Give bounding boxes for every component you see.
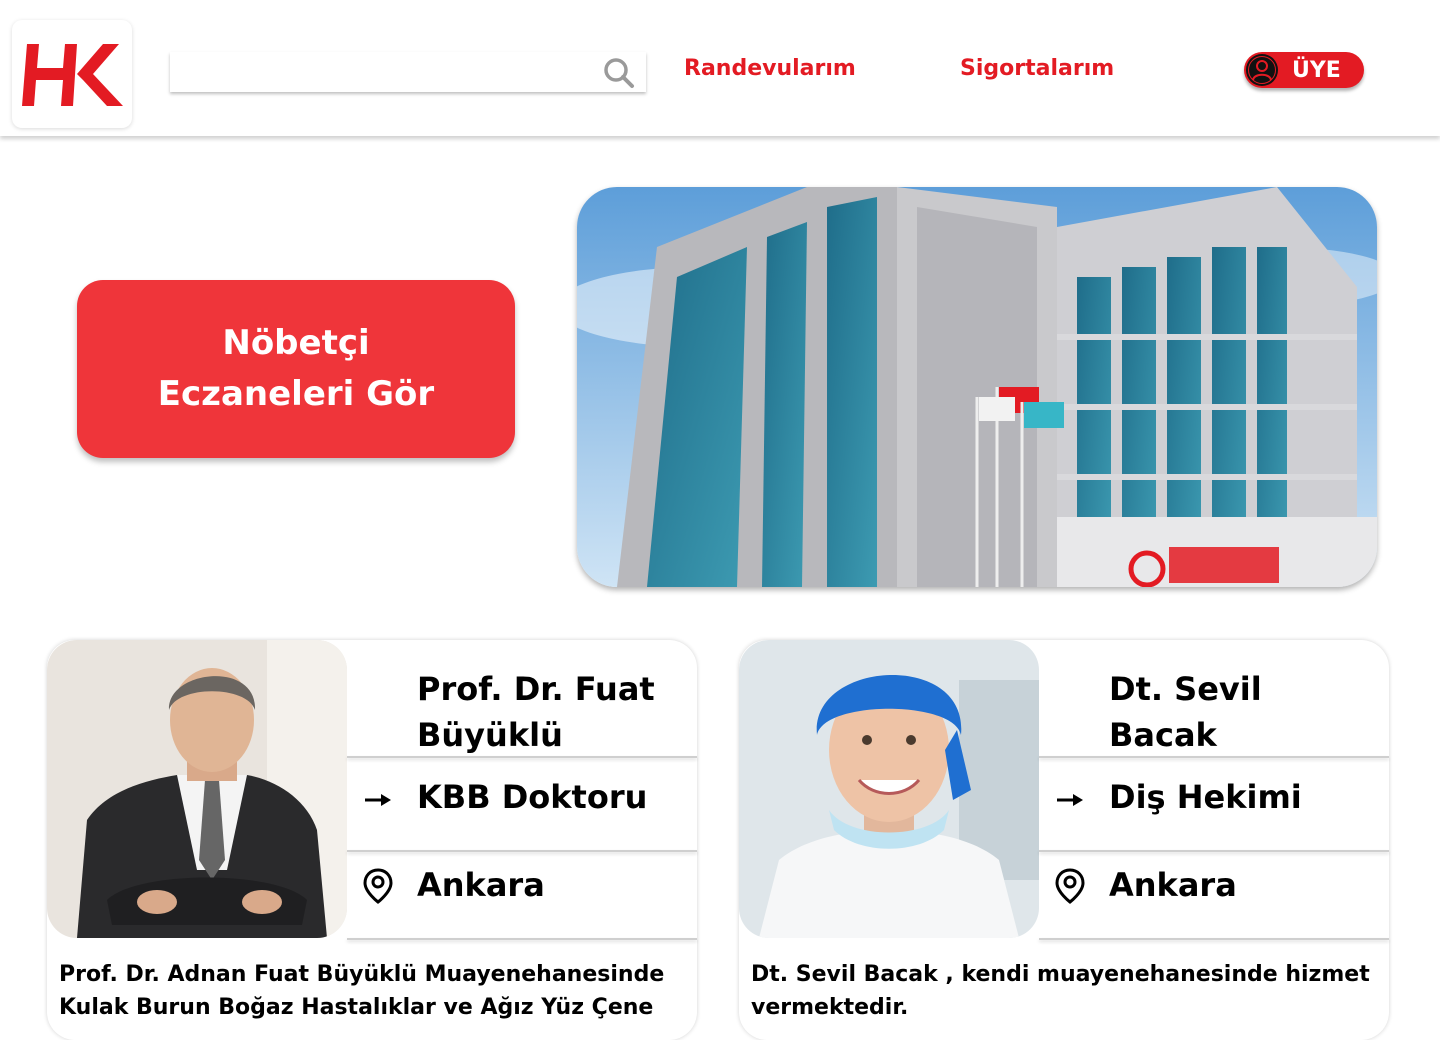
nav-appointments-link[interactable]: Randevularım bbox=[684, 56, 856, 81]
doctor-photo bbox=[47, 640, 347, 938]
nav-insurance-link[interactable]: Sigortalarım bbox=[960, 56, 1114, 81]
search-bar bbox=[170, 52, 646, 92]
top-header: Randevularım Sigortalarım ÜYE bbox=[0, 0, 1440, 136]
search-input[interactable] bbox=[170, 52, 590, 90]
search-icon[interactable] bbox=[602, 56, 636, 90]
doctor-specialty: KBB Doktoru bbox=[417, 778, 648, 816]
hk-logo-icon bbox=[22, 44, 123, 106]
doctor-city: Ankara bbox=[1109, 866, 1237, 904]
doctor-name[interactable]: Dt. Sevil Bacak bbox=[1109, 666, 1379, 758]
doctor-description: Dt. Sevil Bacak , kendi muayenehanesinde… bbox=[751, 962, 1370, 1020]
divider bbox=[1039, 938, 1389, 940]
doctor-description: Prof. Dr. Adnan Fuat Büyüklü Muayenehane… bbox=[59, 962, 665, 1020]
arrow-right-icon bbox=[365, 794, 391, 806]
brand-logo[interactable] bbox=[12, 20, 132, 128]
location-pin-icon bbox=[363, 868, 393, 904]
arrow-right-icon bbox=[1057, 794, 1083, 806]
hospital-building-image bbox=[577, 187, 1377, 587]
user-icon bbox=[1246, 54, 1278, 86]
doctor-card[interactable]: Prof. Dr. Fuat Büyüklü KBB Doktoru Ankar… bbox=[47, 640, 697, 1040]
member-button-label: ÜYE bbox=[1292, 57, 1341, 83]
on-duty-pharmacies-label: Nöbetçi Eczaneleri Gör bbox=[157, 323, 435, 414]
divider bbox=[1039, 850, 1389, 852]
divider bbox=[347, 938, 697, 940]
doctor-specialty: Diş Hekimi bbox=[1109, 778, 1302, 816]
divider bbox=[1039, 756, 1389, 758]
divider bbox=[347, 756, 697, 758]
location-pin-icon bbox=[1055, 868, 1085, 904]
doctor-photo bbox=[739, 640, 1039, 938]
member-button[interactable]: ÜYE bbox=[1244, 52, 1364, 88]
divider bbox=[347, 850, 697, 852]
doctor-city: Ankara bbox=[417, 866, 545, 904]
doctor-name[interactable]: Prof. Dr. Fuat Büyüklü bbox=[417, 666, 687, 758]
on-duty-pharmacies-button[interactable]: Nöbetçi Eczaneleri Gör bbox=[77, 280, 515, 458]
doctor-card[interactable]: Dt. Sevil Bacak Diş Hekimi Ankara Dt. Se… bbox=[739, 640, 1389, 1040]
